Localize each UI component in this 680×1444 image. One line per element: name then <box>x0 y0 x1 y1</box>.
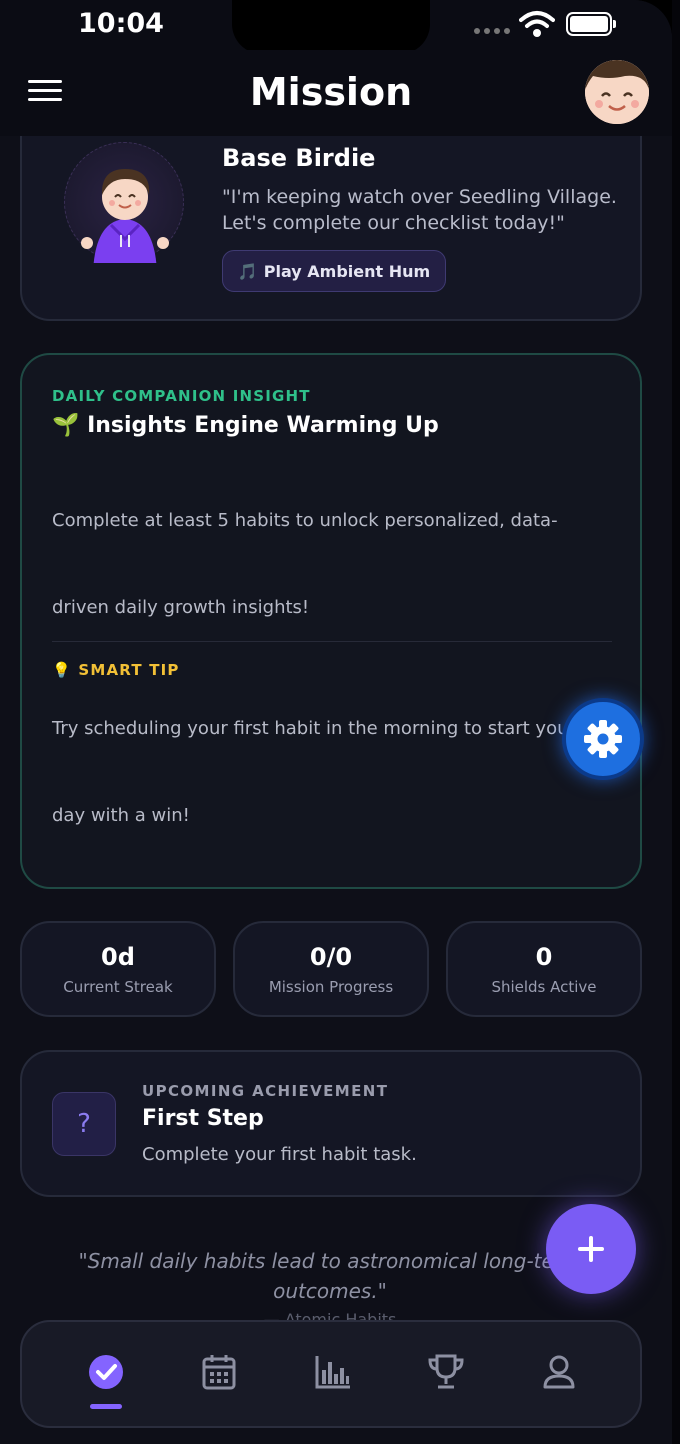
insight-card: DAILY COMPANION INSIGHT 🌱 Insights Engin… <box>20 353 642 889</box>
achievement-kicker: UPCOMING ACHIEVEMENT <box>142 1082 389 1100</box>
stat-label: Shields Active <box>491 978 597 996</box>
stat-value: 0d <box>101 943 135 971</box>
calendar-icon <box>202 1355 236 1390</box>
companion-name: Base Birdie <box>222 144 376 172</box>
companion-quote: "I'm keeping watch over Seedling Village… <box>222 186 617 234</box>
gear-icon <box>584 720 622 758</box>
stat-current-streak: 0d Current Streak <box>20 921 216 1017</box>
music-note-icon: 🎵 <box>237 261 258 281</box>
trophy-icon <box>428 1354 464 1389</box>
achievement-card[interactable]: ? UPCOMING ACHIEVEMENT First Step Comple… <box>20 1050 642 1197</box>
smart-tip-kicker: 💡 SMART TIP <box>52 661 180 679</box>
companion-avatar <box>64 142 184 273</box>
plus-icon <box>578 1236 604 1262</box>
insight-title: 🌱 Insights Engine Warming Up <box>52 413 439 438</box>
app-header: Mission <box>0 50 672 136</box>
active-tab-indicator <box>90 1404 122 1409</box>
stat-value: 0/0 <box>309 943 353 971</box>
smart-tip-body: Try scheduling your first habit in the m… <box>52 718 576 826</box>
check-circle-icon <box>89 1355 123 1389</box>
add-habit-button[interactable] <box>546 1204 636 1294</box>
stat-label: Mission Progress <box>268 978 394 996</box>
tab-stats[interactable] <box>311 1350 355 1394</box>
user-avatar[interactable] <box>585 60 649 124</box>
insight-kicker: DAILY COMPANION INSIGHT <box>52 387 311 405</box>
bottom-tab-bar <box>20 1320 642 1428</box>
status-bar: 10:04 <box>0 0 672 54</box>
signal-dots-icon <box>474 28 510 34</box>
divider <box>52 641 612 642</box>
motivational-quote: "Small daily habits lead to astronomical… <box>78 1249 582 1303</box>
lightbulb-icon: 💡 <box>52 661 72 679</box>
tab-trophies[interactable] <box>424 1350 468 1394</box>
stat-mission-progress: 0/0 Mission Progress <box>233 921 429 1017</box>
settings-button[interactable] <box>562 698 644 780</box>
question-mark-icon: ? <box>52 1092 116 1156</box>
smart-tip-label: SMART TIP <box>78 661 180 679</box>
stat-shields-active: 0 Shields Active <box>446 921 642 1017</box>
insight-body: Complete at least 5 habits to unlock per… <box>52 510 558 618</box>
user-face-icon <box>585 60 649 124</box>
play-ambient-button[interactable]: 🎵 Play Ambient Hum <box>222 250 446 292</box>
phone-screen: 10:04 Base Birdie "I'm keeping watch ove… <box>0 0 672 1444</box>
achievement-title: First Step <box>142 1106 264 1131</box>
device-frame-edge <box>672 0 680 1444</box>
tab-calendar[interactable] <box>197 1350 241 1394</box>
seedling-icon: 🌱 <box>52 413 80 438</box>
battery-icon <box>566 12 616 36</box>
dynamic-island <box>232 0 430 54</box>
person-icon <box>543 1355 575 1389</box>
wifi-icon <box>519 11 555 37</box>
tab-profile[interactable] <box>537 1350 581 1394</box>
insight-title-text: Insights Engine Warming Up <box>87 413 439 438</box>
status-time: 10:04 <box>78 8 164 39</box>
stat-label: Current Streak <box>63 978 173 996</box>
page-title: Mission <box>249 70 413 114</box>
tab-missions[interactable] <box>84 1350 128 1394</box>
play-ambient-label: Play Ambient Hum <box>263 261 431 281</box>
companion-character-icon <box>81 169 169 273</box>
stat-value: 0 <box>535 943 553 971</box>
achievement-description: Complete your first habit task. <box>142 1144 417 1165</box>
bar-chart-icon <box>315 1356 350 1389</box>
